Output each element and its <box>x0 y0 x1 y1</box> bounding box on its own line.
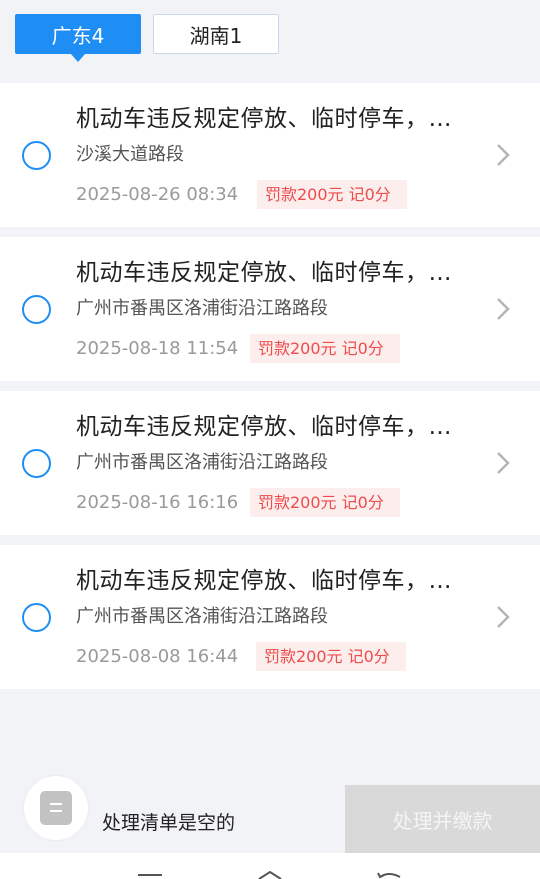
violation-location: 广州市番禺区洛浦街沿江路路段 <box>76 452 328 473</box>
violation-card[interactable]: 机动车违反规定停放、临时停车，… 广州市番禺区洛浦街沿江路路段 2025-08-… <box>0 545 540 689</box>
region-tabs: 广东4 湖南1 <box>0 0 540 62</box>
violation-date: 2025-08-08 16:44 <box>76 646 239 667</box>
penalty-badge: 罚款200元 记0分 <box>256 642 406 671</box>
list-icon <box>40 791 72 825</box>
violation-date: 2025-08-18 11:54 <box>76 338 239 359</box>
violation-title: 机动车违反规定停放、临时停车，… <box>76 414 452 440</box>
radio-unchecked-icon[interactable] <box>22 141 51 170</box>
violation-location: 广州市番禺区洛浦街沿江路路段 <box>76 606 328 627</box>
violation-title: 机动车违反规定停放、临时停车，… <box>76 106 452 132</box>
violation-location: 广州市番禺区洛浦街沿江路路段 <box>76 298 328 319</box>
penalty-badge: 罚款200元 记0分 <box>257 180 407 209</box>
tab-guangdong[interactable]: 广东4 <box>15 14 141 62</box>
processing-list-button[interactable] <box>24 776 88 840</box>
chevron-right-icon[interactable] <box>496 143 510 167</box>
violation-title: 机动车违反规定停放、临时停车，… <box>76 260 452 286</box>
violation-title: 机动车违反规定停放、临时停车，… <box>76 568 452 594</box>
chevron-right-icon[interactable] <box>496 451 510 475</box>
process-and-pay-button[interactable]: 处理并缴款 <box>345 785 540 853</box>
violation-card[interactable]: 机动车违反规定停放、临时停车，… 广州市番禺区洛浦街沿江路路段 2025-08-… <box>0 391 540 535</box>
violation-list: 机动车违反规定停放、临时停车，… 沙溪大道路段 2025-08-26 08:34… <box>0 83 540 699</box>
chevron-right-icon[interactable] <box>496 605 510 629</box>
menu-icon[interactable] <box>138 871 162 879</box>
empty-list-text: 处理清单是空的 <box>102 812 236 834</box>
system-nav-bar <box>0 853 540 879</box>
penalty-badge: 罚款200元 记0分 <box>250 334 400 363</box>
radio-unchecked-icon[interactable] <box>22 603 51 632</box>
violation-card[interactable]: 机动车违反规定停放、临时停车，… 沙溪大道路段 2025-08-26 08:34… <box>0 83 540 227</box>
violation-date: 2025-08-26 08:34 <box>76 184 239 205</box>
violation-card[interactable]: 机动车违反规定停放、临时停车，… 广州市番禺区洛浦街沿江路路段 2025-08-… <box>0 237 540 381</box>
tab-hunan[interactable]: 湖南1 <box>153 14 279 54</box>
violation-location: 沙溪大道路段 <box>76 144 184 165</box>
radio-unchecked-icon[interactable] <box>22 295 51 324</box>
chevron-right-icon[interactable] <box>496 297 510 321</box>
home-icon[interactable] <box>257 871 283 879</box>
back-icon[interactable] <box>376 871 402 879</box>
radio-unchecked-icon[interactable] <box>22 449 51 478</box>
violation-date: 2025-08-16 16:16 <box>76 492 239 513</box>
penalty-badge: 罚款200元 记0分 <box>250 488 400 517</box>
